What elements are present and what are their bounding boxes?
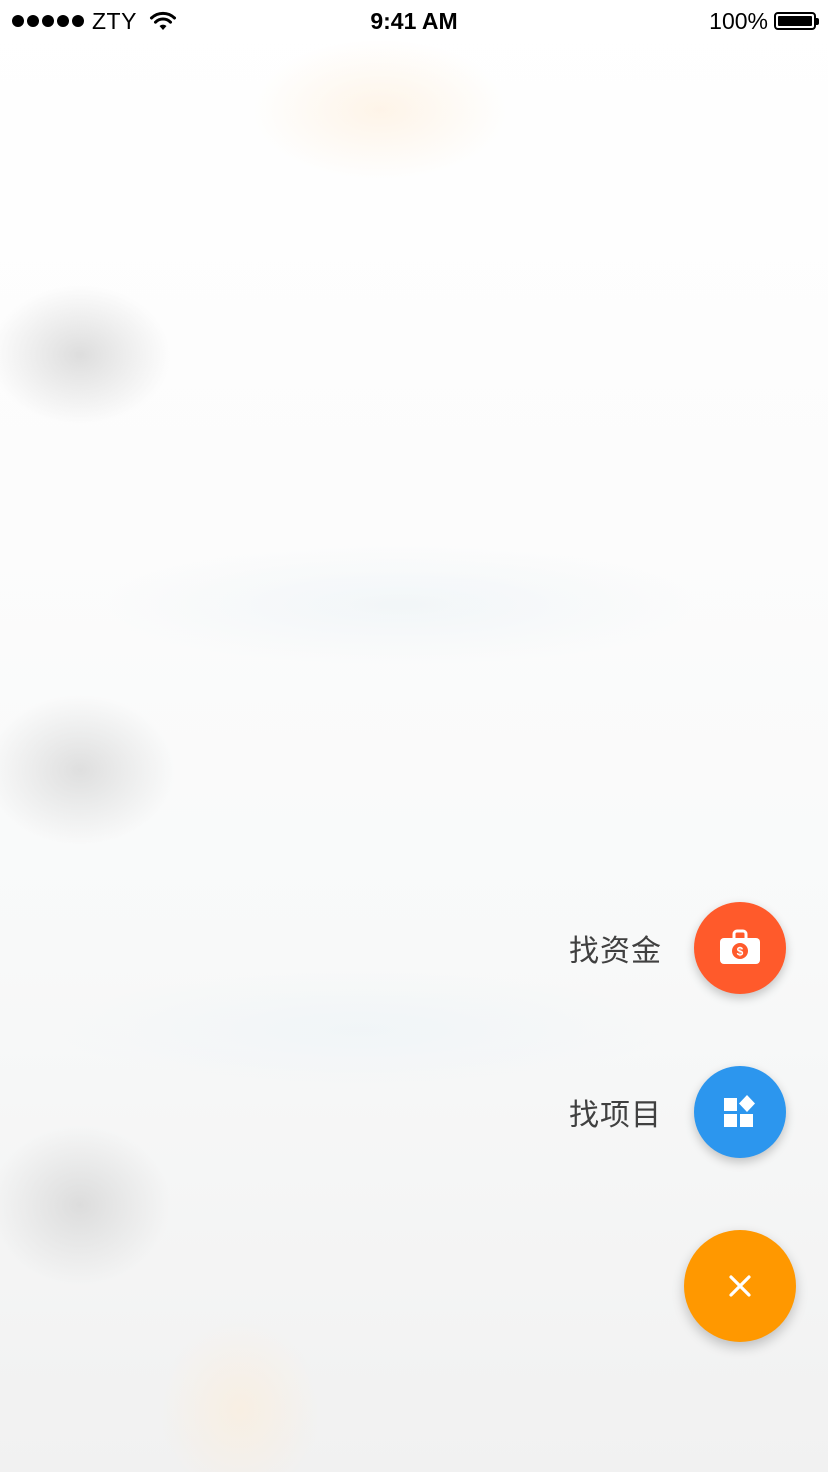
find-projects-action[interactable]: 找项目 xyxy=(569,1066,786,1158)
find-funds-action[interactable]: 找资金 $ xyxy=(569,902,786,994)
battery-icon xyxy=(774,12,819,30)
find-funds-label: 找资金 xyxy=(569,934,662,969)
find-projects-label: 找项目 xyxy=(569,1098,662,1133)
battery-percentage: 100% xyxy=(709,7,768,34)
find-projects-button[interactable] xyxy=(694,1066,786,1158)
close-menu-button[interactable] xyxy=(684,1230,796,1342)
svg-text:$: $ xyxy=(737,945,744,959)
close-icon xyxy=(729,1275,751,1297)
status-time: 9:41 AM xyxy=(370,8,458,34)
money-briefcase-icon: $ xyxy=(720,929,760,964)
find-funds-button[interactable]: $ xyxy=(694,902,786,994)
shapes-grid-icon xyxy=(724,1095,755,1127)
status-bar: ZTY 9:41 AM 100% xyxy=(0,0,828,42)
